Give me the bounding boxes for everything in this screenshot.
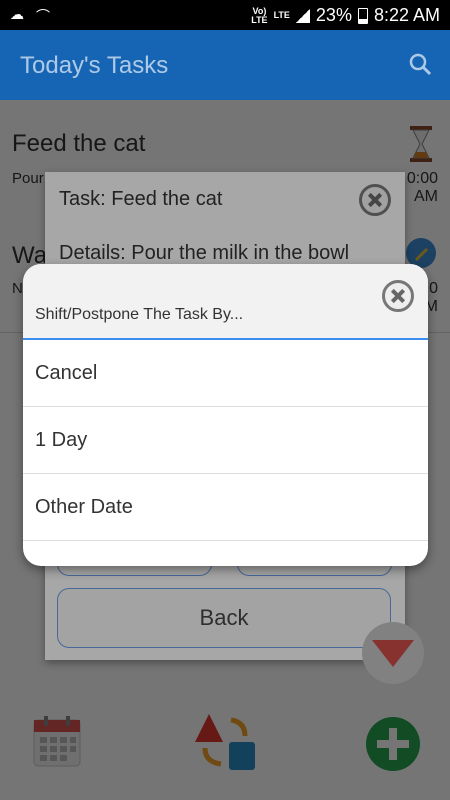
battery-icon (357, 7, 368, 24)
status-bar: ☁ ⌒ Vo) LTE LTE 23% 8:22 AM (0, 0, 450, 30)
app-bar: Today's Tasks (0, 30, 450, 100)
signal-icon (295, 8, 310, 23)
option-other-date[interactable]: Other Date (23, 474, 428, 541)
shift-postpone-dialog: Shift/Postpone The Task By... Cancel 1 D… (23, 264, 428, 566)
option-cancel[interactable]: Cancel (23, 340, 428, 407)
volte-indicator: Vo) LTE (251, 5, 268, 25)
shift-dialog-title: Shift/Postpone The Task By... (35, 306, 244, 323)
battery-percent: 23% (315, 5, 352, 25)
lte-indicator: LTE (273, 10, 290, 20)
option-1-day[interactable]: 1 Day (23, 407, 428, 474)
close-icon[interactable] (382, 280, 414, 312)
notification-icon: ☁ (10, 6, 24, 22)
clock: 8:22 AM (373, 5, 440, 25)
page-title: Today's Tasks (20, 52, 169, 79)
wifi-icon: ⌒ (36, 8, 50, 24)
search-icon[interactable] (408, 52, 432, 76)
dialog-header: Shift/Postpone The Task By... (23, 264, 428, 340)
